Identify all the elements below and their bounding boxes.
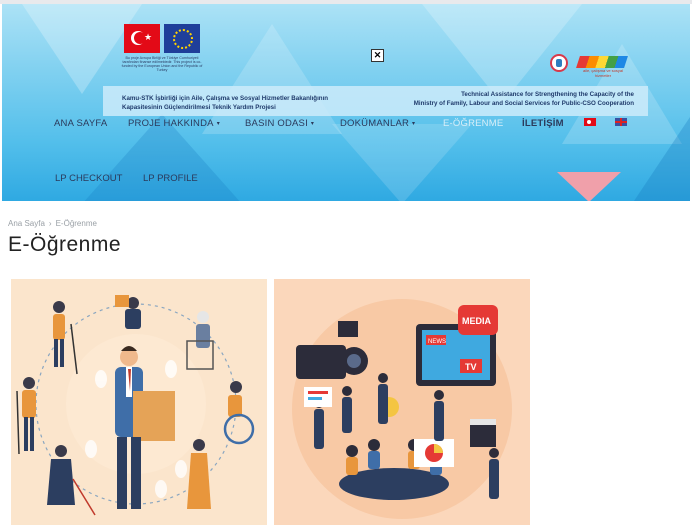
course-card-image[interactable] <box>11 279 267 525</box>
chevron-down-icon: ▾ <box>216 121 220 127</box>
media-label: MEDIA <box>462 316 492 326</box>
rainbow-logo-icon <box>576 56 628 68</box>
nav-item-basin-odasi[interactable]: BASIN ODASI ▾ <box>245 118 314 129</box>
turkey-flag-icon: ★ <box>124 24 160 53</box>
ministry-logo-icon <box>550 54 568 72</box>
band-left-line1: Kamu-STK İşbirliği için Aile, Çalışma ve… <box>122 95 329 102</box>
partner-caption: aile, çalışma ve sosyal hizmetler <box>582 68 623 78</box>
nav-item-ana-sayfa[interactable]: ANA SAYFA <box>54 118 107 129</box>
project-title-band: Kamu-STK İşbirliği için Aile, Çalışma ve… <box>103 86 648 116</box>
breadcrumb-home[interactable]: Ana Sayfa <box>8 219 45 228</box>
nav-item-proje-hakkinda[interactable]: PROJE HAKKINDA ▾ <box>128 118 220 129</box>
close-icon[interactable]: ✕ <box>371 49 384 62</box>
eu-flag-icon <box>164 24 200 53</box>
nav-item-lp-profile[interactable]: LP PROFILE <box>143 173 198 184</box>
breadcrumb-separator: › <box>48 219 52 228</box>
nav-label: PROJE HAKKINDA <box>128 118 214 129</box>
band-right-line1: Technical Assistance for Strengthening t… <box>461 91 634 98</box>
tv-label: TV <box>465 362 477 372</box>
course-card-image[interactable]: NEWS TV MEDIA <box>274 279 530 525</box>
turkish-language-flag-icon[interactable] <box>584 118 596 126</box>
nav-item-lp-checkout[interactable]: LP CHECKOUT <box>55 173 122 184</box>
band-left-line2: Kapasitesinin Güçlendirilmesi Teknik Yar… <box>122 104 276 111</box>
band-right-line2: Ministry of Family, Labour and Social Se… <box>413 100 634 107</box>
nav-label: BASIN ODASI <box>245 118 308 129</box>
nav-item-iletisim[interactable]: İLETİŞİM <box>522 118 564 129</box>
news-label: NEWS <box>428 339 446 345</box>
logo-caption: Bu proje Avrupa Birliği ve Türkiye Cumhu… <box>121 56 203 72</box>
breadcrumb-current: E-Öğrenme <box>55 219 97 228</box>
decor-triangle-pink <box>557 172 621 201</box>
nav-item-e-ogrenme[interactable]: E-ÖĞRENME <box>443 118 503 129</box>
disability-inclusion-illustration <box>16 295 255 516</box>
media-communication-illustration: NEWS TV MEDIA <box>292 299 512 519</box>
nav-item-dokumanlar[interactable]: DOKÜMANLAR ▾ <box>340 118 415 129</box>
breadcrumb: Ana Sayfa › E-Öğrenme <box>8 219 97 228</box>
chevron-down-icon: ▾ <box>412 121 416 127</box>
nav-label: DOKÜMANLAR <box>340 118 410 129</box>
page-title: E-Öğrenme <box>8 233 122 256</box>
chevron-down-icon: ▾ <box>310 121 315 127</box>
site-header: ★ Bu proje Avrupa Birliği ve Türkiye Cum… <box>2 4 690 201</box>
english-language-flag-icon[interactable] <box>615 118 627 126</box>
